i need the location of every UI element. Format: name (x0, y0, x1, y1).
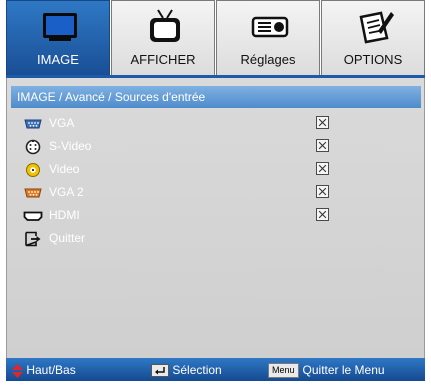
vga2-checkbox[interactable] (316, 185, 329, 198)
video-port-icon (26, 163, 40, 177)
item-label: HDMI (49, 208, 80, 222)
tab-options[interactable]: OPTIONS (321, 0, 425, 75)
osd-menu: IMAGE AFFICHER Réglages OPTIONS IMAGE / … (0, 0, 431, 387)
vga-port-icon (24, 188, 42, 198)
hdmi-checkbox[interactable] (316, 208, 329, 221)
tab-image[interactable]: IMAGE (6, 0, 110, 75)
item-label: Video (49, 162, 80, 176)
menu-key-icon: Menu (268, 363, 299, 379)
settings-panel: IMAGE / Avancé / Sources d'entrée VGA S-… (6, 78, 425, 358)
tab-label: OPTIONS (343, 52, 403, 67)
monitor-icon (43, 13, 77, 41)
breadcrumb: IMAGE / Avancé / Sources d'entrée (11, 86, 421, 108)
list-item-video[interactable]: Video (19, 160, 419, 180)
list-item-hdmi[interactable]: HDMI (19, 206, 419, 226)
item-label: VGA 2 (49, 185, 84, 199)
tab-afficher[interactable]: AFFICHER (111, 0, 215, 75)
tab-label: IMAGE (37, 52, 79, 67)
footer-select-hint: Sélection (151, 361, 222, 379)
tv-icon (150, 9, 180, 42)
tab-bar: IMAGE AFFICHER Réglages OPTIONS (6, 0, 425, 75)
footer-exit-hint: Menu Quitter le Menu (268, 361, 385, 379)
up-down-arrow-icon (12, 363, 23, 378)
tab-label: AFFICHER (130, 52, 196, 67)
list-item-quitter[interactable]: Quitter (19, 229, 419, 249)
item-label: S-Video (49, 139, 92, 153)
list-item-svideo[interactable]: S-Video (19, 137, 419, 157)
footer-bar: Haut/Bas Sélection Menu Quitter le Menu (6, 358, 425, 381)
list-item-vga[interactable]: VGA (19, 114, 419, 134)
footer-select-label: Sélection (172, 363, 222, 377)
svideo-checkbox[interactable] (316, 139, 329, 152)
footer-nav-hint: Haut/Bas (12, 361, 76, 379)
video-checkbox[interactable] (316, 162, 329, 175)
exit-icon (25, 231, 41, 247)
item-label: VGA (49, 116, 75, 130)
enter-key-icon (151, 364, 169, 378)
footer-exit-label: Quitter le Menu (302, 363, 385, 377)
vga-checkbox[interactable] (316, 116, 329, 129)
notepad-pen-icon (359, 11, 394, 44)
hdmi-port-icon (23, 211, 43, 221)
footer-nav-label: Haut/Bas (26, 363, 76, 377)
svideo-port-icon (25, 139, 41, 155)
projector-icon (251, 16, 289, 38)
list-item-vga2[interactable]: VGA 2 (19, 183, 419, 203)
tab-reglages[interactable]: Réglages (216, 0, 320, 75)
vga-port-icon (24, 119, 42, 129)
tab-label: Réglages (240, 52, 296, 67)
item-label: Quitter (49, 231, 86, 245)
